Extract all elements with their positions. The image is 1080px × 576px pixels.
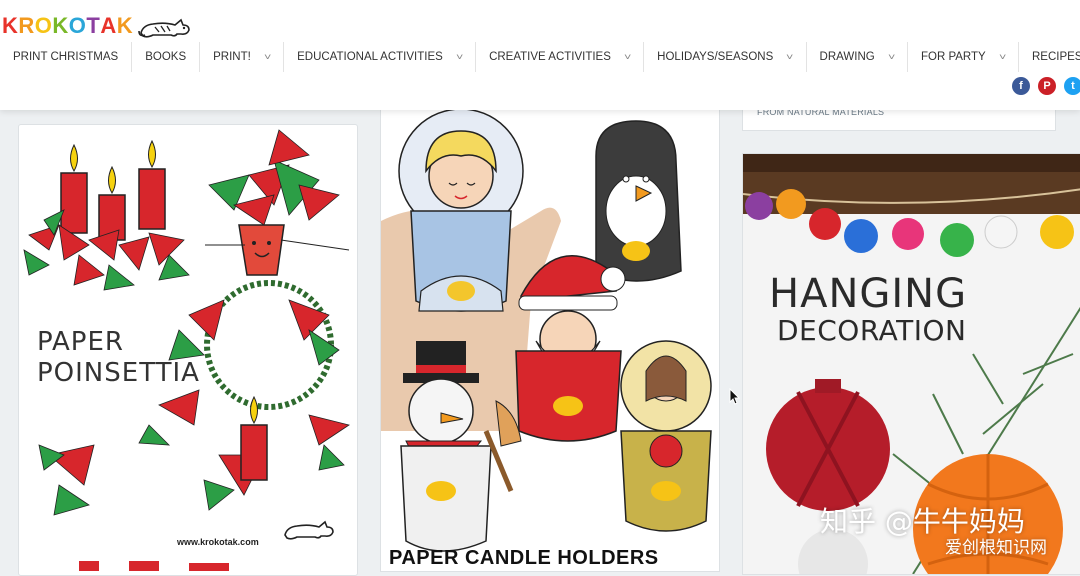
site-header: KROKOTAK PRINT CHRISTMAS BOOKS PRINT! ˅ E…: [0, 0, 1080, 110]
chevron-down-icon: ˅: [623, 52, 632, 62]
chevron-down-icon: ˅: [786, 52, 794, 62]
angel-candle-holder: [398, 108, 524, 312]
nav-item-label: FOR PARTY: [920, 51, 986, 63]
chevron-down-icon: ˅: [998, 52, 1007, 62]
nav-item-creative-activities[interactable]: CREATIVE ACTIVITIES ˅: [476, 42, 645, 72]
twitter-icon[interactable]: t: [1064, 77, 1080, 95]
nav-item-label: PRINT!: [213, 51, 251, 63]
card-title: HANGING DECORATION: [769, 271, 968, 347]
potted-poinsettia: [205, 129, 350, 276]
nav-item-drawing[interactable]: DRAWING ˅: [807, 42, 908, 72]
nav-item-for-party[interactable]: FOR PARTY ˅: [908, 42, 1019, 72]
chevron-down-icon: ˅: [887, 52, 896, 62]
main-nav: PRINT CHRISTMAS BOOKS PRINT! ˅ EDUCATIONA…: [0, 42, 1080, 72]
cat-logo-icon: [138, 18, 190, 38]
mouse-cursor-icon: [729, 388, 741, 405]
nav-item-label: RECIPES: [1031, 51, 1080, 63]
santa-candle-holder: [515, 255, 626, 442]
nav-item-print[interactable]: PRINT! ˅: [200, 42, 285, 72]
nav-item-label: PRINT CHRISTMAS: [13, 51, 119, 63]
nav-item-educational-activities[interactable]: EDUCATIONAL ACTIVITIES ˅: [284, 42, 477, 72]
post-card-paper-candle-holders[interactable]: PAPER CANDLE HOLDERS: [380, 100, 720, 572]
nav-item-holidays-seasons[interactable]: HOLIDAYS/SEASONS ˅: [644, 42, 807, 72]
pinterest-icon[interactable]: P: [1038, 77, 1056, 95]
penguin-candle-holder: [595, 120, 682, 282]
nav-item-label: EDUCATIONAL ACTIVITIES: [297, 51, 443, 63]
card-title: PAPER POINSETTIA: [37, 327, 200, 388]
facebook-icon[interactable]: f: [1012, 77, 1030, 95]
candle-holders-image: [381, 108, 712, 552]
nav-item-recipes[interactable]: RECIPES˅: [1019, 42, 1080, 72]
chevron-down-icon: ˅: [263, 52, 272, 62]
candle-illustration: [60, 139, 166, 241]
nav-item-label: CREATIVE ACTIVITIES: [489, 51, 611, 63]
social-links: f P t: [1012, 77, 1080, 95]
post-card-paper-poinsettia[interactable]: PAPER POINSETTIA www.krokotak.com: [18, 124, 358, 576]
card-watermark-url: www.krokotak.com: [177, 537, 259, 547]
nav-item-label: HOLIDAYS/SEASONS: [657, 51, 774, 63]
site-watermark: 爱创根知识网: [945, 538, 1047, 558]
chevron-down-icon: ˅: [455, 52, 464, 62]
nav-item-print-christmas[interactable]: PRINT CHRISTMAS: [0, 42, 133, 72]
site-logo[interactable]: KROKOTAK: [2, 10, 193, 42]
nav-item-label: DRAWING: [819, 51, 875, 63]
logo-wordmark: KROKOTAK: [2, 13, 134, 38]
nav-item-books[interactable]: BOOKS: [132, 42, 201, 72]
nativity-candle-holder: [620, 340, 712, 532]
card-title: PAPER CANDLE HOLDERS: [389, 547, 659, 569]
nav-item-label: BOOKS: [145, 51, 187, 63]
